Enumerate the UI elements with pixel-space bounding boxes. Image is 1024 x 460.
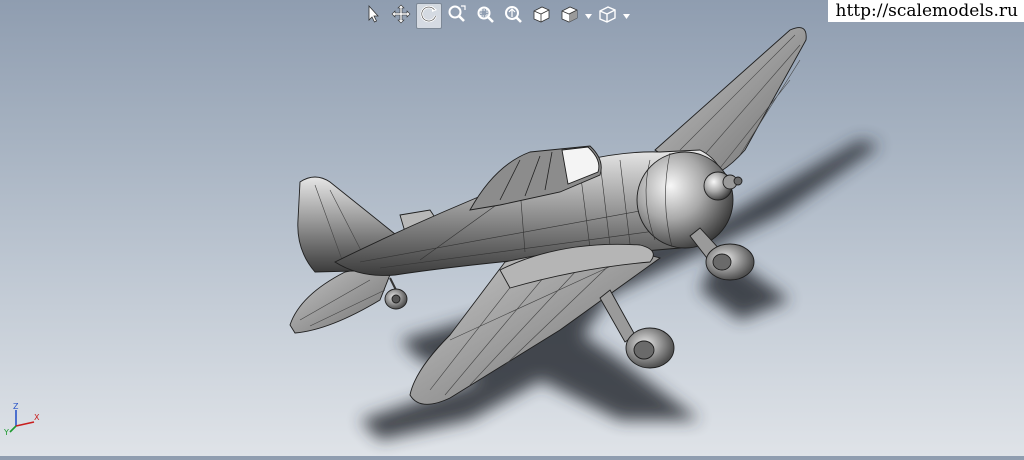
propeller-hub — [704, 172, 742, 200]
y-axis-label: Y — [4, 428, 9, 436]
heads-up-view-toolbar — [360, 2, 630, 30]
view-orientation-icon — [531, 4, 551, 28]
model-view-svg — [0, 0, 1024, 456]
graphics-viewport[interactable] — [0, 0, 1024, 456]
hide-show-items-button[interactable] — [594, 3, 620, 29]
chevron-down-icon[interactable] — [622, 3, 630, 29]
display-style-icon — [559, 4, 579, 28]
zoom-area-icon — [475, 4, 495, 28]
y-axis-line — [10, 426, 16, 432]
zoom-area-button[interactable] — [472, 3, 498, 29]
select-arrow-button[interactable] — [360, 3, 386, 29]
tail-wheel — [385, 278, 407, 309]
zoom-to-fit-icon — [447, 4, 467, 28]
zoom-in-out-icon — [503, 4, 523, 28]
pan-icon — [391, 4, 411, 28]
rotate-button[interactable] — [416, 3, 442, 29]
watermark-url: http://scalemodels.ru — [828, 0, 1024, 22]
orientation-triad: Z X Y — [4, 402, 44, 436]
display-style-button[interactable] — [556, 3, 582, 29]
chevron-down-icon[interactable] — [584, 3, 592, 29]
x-axis-line — [16, 422, 34, 426]
rotate-icon — [419, 4, 439, 28]
z-axis-label: Z — [13, 402, 19, 411]
zoom-to-fit-button[interactable] — [444, 3, 470, 29]
x-axis-label: X — [34, 413, 40, 422]
zoom-in-out-button[interactable] — [500, 3, 526, 29]
pan-button[interactable] — [388, 3, 414, 29]
select-arrow-icon — [363, 4, 383, 28]
view-orientation-button[interactable] — [528, 3, 554, 29]
hide-show-items-icon — [597, 4, 617, 28]
